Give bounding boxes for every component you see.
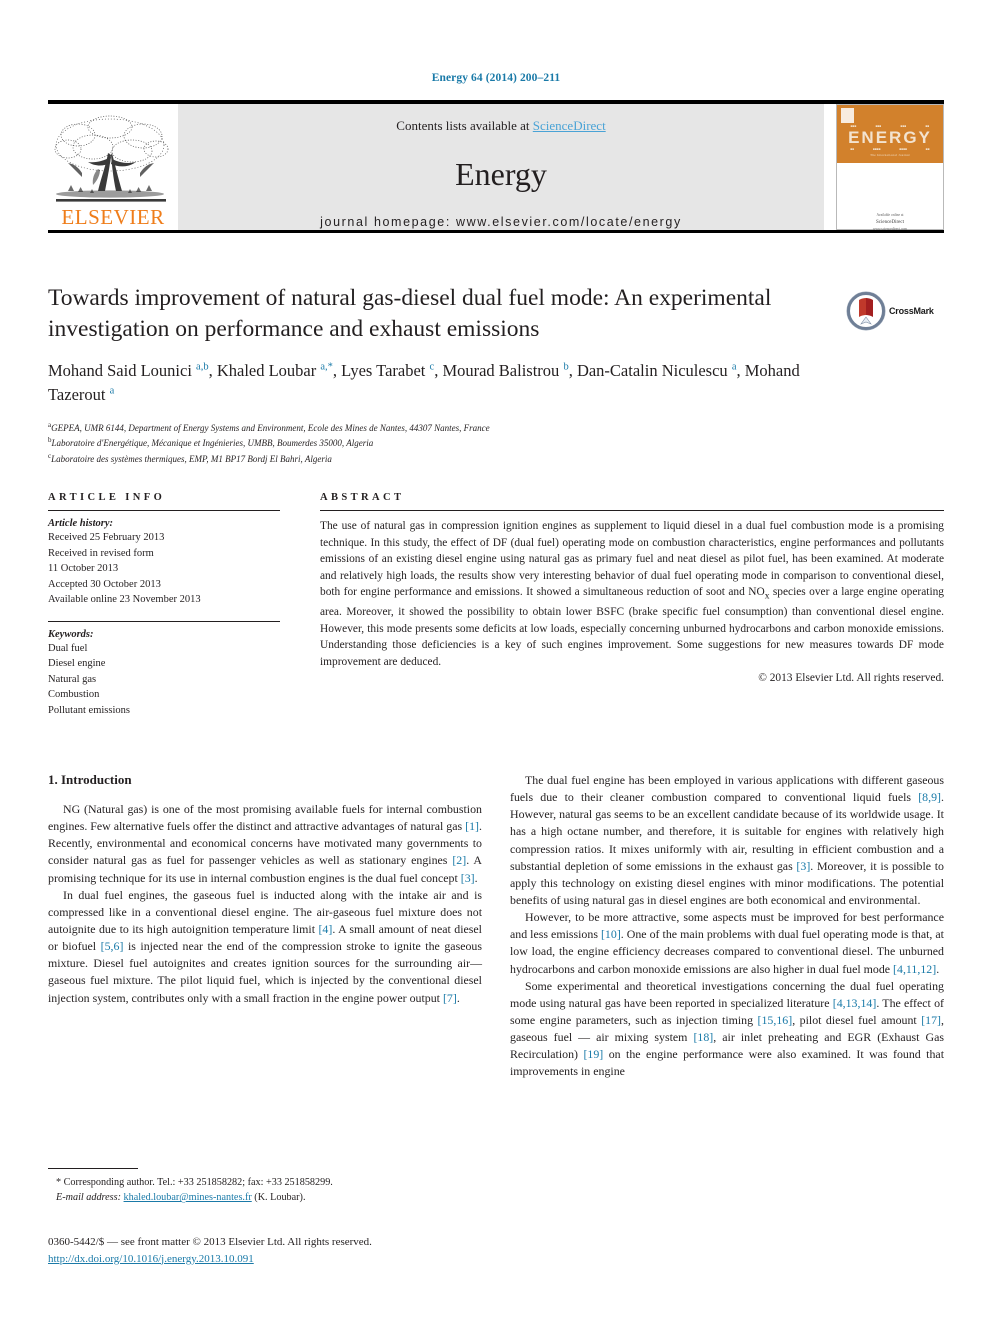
cover-footer-line1: Available online at — [876, 212, 904, 217]
author-list: Mohand Said Lounici a,b, Khaled Loubar a… — [48, 361, 800, 404]
intro-right-paragraph: However, to be more attractive, some asp… — [510, 910, 944, 976]
cover-body: Available online at ScienceDirect www.sc… — [837, 163, 943, 237]
keyword-item: Pollutant emissions — [48, 704, 130, 716]
sciencedirect-link[interactable]: ScienceDirect — [533, 118, 606, 133]
keyword-item: Natural gas — [48, 673, 97, 685]
elsevier-wordmark: ELSEVIER — [61, 205, 165, 229]
section-title-introduction: 1. Introduction — [48, 772, 132, 787]
citation-ref[interactable]: [18] — [693, 1030, 713, 1044]
email-link[interactable]: khaled.loubar@mines-nantes.fr — [124, 1192, 252, 1203]
imprint-line: 0360-5442/$ — see front matter © 2013 El… — [48, 1236, 372, 1248]
body-columns: 1. Introduction NG (Natural gas) is one … — [48, 772, 944, 1081]
crossmark-icon — [846, 291, 886, 331]
intro-right-paragraph: Some experimental and theoretical invest… — [510, 978, 944, 1079]
citation-ref[interactable]: [4,11,12] — [893, 962, 936, 976]
abstract-heading: ABSTRACT — [320, 492, 405, 503]
cover-subtitle: The International Journal — [870, 153, 910, 157]
article-history-list: Received 25 February 2013 Received in rev… — [48, 530, 280, 608]
article-history-item: Accepted 30 October 2013 — [48, 578, 161, 590]
citation-ref[interactable]: [4,13,14] — [833, 996, 877, 1010]
title-block: Towards improvement of natural gas-diese… — [48, 283, 838, 467]
abstract-copyright: © 2013 Elsevier Ltd. All rights reserved… — [758, 672, 944, 685]
cover-title: ENERGY — [848, 128, 932, 147]
elsevier-logo: ELSEVIER — [48, 104, 178, 230]
imprint-block: 0360-5442/$ — see front matter © 2013 El… — [48, 1234, 548, 1267]
article-history-label: Article history: — [48, 518, 114, 529]
cover-footer: Available online at ScienceDirect www.sc… — [837, 213, 943, 232]
email-suffix: (K. Loubar). — [254, 1192, 306, 1204]
citation-ref[interactable]: [3] — [796, 859, 810, 873]
cover-elsevier-mark-icon — [841, 108, 854, 123]
cover-footer-line3: www.sciencedirect.com — [872, 226, 908, 231]
citation-ref[interactable]: [5,6] — [101, 939, 124, 953]
keyword-item: Dual fuel — [48, 642, 88, 654]
running-head: Energy 64 (2014) 200–211 — [431, 72, 561, 84]
email-note: E-mail address: khaled.loubar@mines-nant… — [48, 1190, 482, 1205]
affiliation-c: cLaboratoire des systèmes thermiques, EM… — [48, 452, 332, 465]
intro-right-paragraph: The dual fuel engine has been employed i… — [510, 773, 944, 907]
citation-ref[interactable]: [8,9] — [918, 790, 941, 804]
journal-title: Energy — [455, 156, 547, 192]
affiliation-a: aGEPEA, UMR 6144, Department of Energy S… — [48, 420, 490, 433]
body-column-left: 1. Introduction NG (Natural gas) is one … — [48, 772, 482, 1081]
article-history-item: Received 25 February 2013 — [48, 532, 165, 543]
crossmark-badge[interactable]: CrossMark — [846, 288, 946, 334]
keywords-list: Dual fuel Diesel engine Natural gas Combust… — [48, 641, 280, 719]
article-history-item: 11 October 2013 — [48, 563, 119, 575]
right-paragraphs: The dual fuel engine has been employed i… — [510, 772, 944, 1081]
abstract-text: The use of natural gas in compression ig… — [320, 520, 944, 668]
cover-footer-line2: ScienceDirect — [875, 220, 905, 226]
citation-ref[interactable]: [7] — [443, 991, 457, 1005]
keyword-item: Diesel engine — [48, 658, 106, 670]
body-column-gap — [482, 772, 510, 1081]
crossmark-label: CrossMark — [889, 306, 934, 316]
abstract-column: ABSTRACT The use of natural gas in compr… — [320, 492, 944, 718]
citation-ref[interactable]: [19] — [583, 1047, 603, 1061]
citation-ref[interactable]: [15,16] — [758, 1013, 793, 1027]
corresponding-author-note: * Corresponding author. Tel.: +33 251858… — [56, 1177, 333, 1188]
elsevier-tree-icon — [48, 113, 178, 207]
masthead-center-panel: Contents lists available at ScienceDirec… — [178, 104, 824, 230]
affiliation-marker: a — [48, 420, 52, 429]
contents-prefix: Contents lists available at — [396, 118, 533, 133]
keyword-item: Combustion — [48, 689, 100, 701]
article-info-heading: ARTICLE INFO — [48, 492, 166, 503]
footnote-block: * Corresponding author. Tel.: +33 251858… — [48, 1168, 482, 1206]
page-title: Towards improvement of natural gas-diese… — [48, 285, 772, 343]
email-label: E-mail address: — [56, 1192, 121, 1204]
affiliation-marker: c — [48, 452, 52, 461]
paper-page: Energy 64 (2014) 200–211 ELSEVIER Conten… — [0, 0, 992, 1323]
abstract-rule — [320, 510, 944, 511]
article-history-item: Available online 23 November 2013 — [48, 594, 201, 606]
info-abstract-section: ARTICLE INFO Article history: Received 2… — [48, 492, 944, 718]
cover-header-band: ■■■ ■■■ ■■■ ■■ ENERGY ■■ ■■■■ ■■■■ ■■ The Inte… — [837, 105, 943, 163]
affiliation-b: bLaboratoire d'Energétique, Mécanique et… — [48, 436, 374, 449]
doi-link[interactable]: http://dx.doi.org/10.1016/j.energy.2013.… — [48, 1253, 254, 1265]
left-paragraphs: NG (Natural gas) is one of the most prom… — [48, 801, 482, 1007]
citation-ref[interactable]: [17] — [921, 1013, 941, 1027]
article-history-item: Received in revised form — [48, 547, 154, 559]
journal-masthead: ELSEVIER Contents lists available at Sci… — [48, 100, 944, 233]
body-column-right: The dual fuel engine has been employed i… — [510, 772, 944, 1081]
journal-homepage-line[interactable]: journal homepage: www.elsevier.com/locat… — [320, 215, 682, 229]
citation-ref[interactable]: [3] — [461, 871, 475, 885]
citation-ref[interactable]: [10] — [601, 927, 621, 941]
affiliation-marker: b — [48, 436, 52, 445]
article-info-column: ARTICLE INFO Article history: Received 2… — [48, 492, 280, 718]
cover-topic-row-bottom: ■■ ■■■■ ■■■■ ■■ — [850, 147, 930, 151]
affiliation-list: aGEPEA, UMR 6144, Department of Energy S… — [48, 420, 838, 467]
journal-cover-thumbnail[interactable]: ■■■ ■■■ ■■■ ■■ ENERGY ■■ ■■■■ ■■■■ ■■ The Inte… — [836, 104, 944, 231]
keywords-label: Keywords: — [48, 628, 94, 640]
article-info-rule — [48, 510, 280, 511]
masthead-bottom-rule — [48, 230, 944, 233]
citation-ref[interactable]: [1] — [465, 819, 479, 833]
column-gap — [280, 492, 320, 718]
citation-ref[interactable]: [2] — [452, 853, 466, 867]
citation-ref[interactable]: [4] — [318, 922, 332, 936]
contents-available-line: Contents lists available at ScienceDirec… — [396, 118, 605, 134]
intro-left-paragraph: NG (Natural gas) is one of the most prom… — [48, 802, 482, 885]
keywords-rule — [48, 620, 280, 622]
intro-left-paragraph: In dual fuel engines, the gaseous fuel i… — [48, 887, 482, 1005]
footnote-rule — [48, 1168, 138, 1169]
